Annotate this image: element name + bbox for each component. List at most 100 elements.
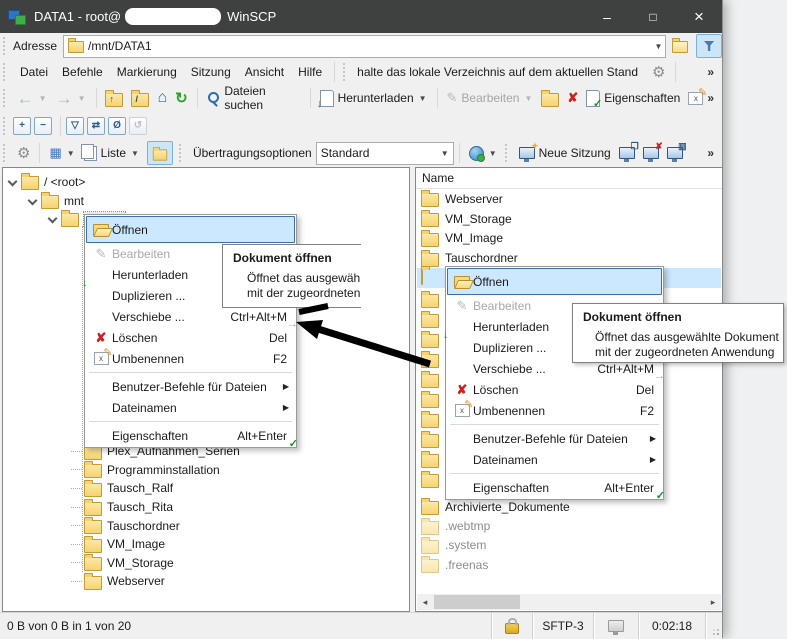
save-session-button[interactable]: ▥ bbox=[663, 141, 687, 165]
root-directory-button[interactable]: / bbox=[127, 86, 153, 110]
toolbar-grip[interactable] bbox=[3, 117, 9, 135]
synchronize-browsing-button[interactable]: ▼ bbox=[465, 141, 502, 165]
file-row[interactable] bbox=[421, 469, 439, 489]
file-row[interactable] bbox=[421, 409, 439, 429]
context-menu-item[interactable]: Öffnen bbox=[447, 268, 662, 295]
toolbar-overflow-chevron[interactable]: » bbox=[707, 146, 714, 160]
file-row[interactable] bbox=[421, 429, 439, 449]
tree-item[interactable]: Tausch_Rita bbox=[71, 498, 240, 517]
tree-item[interactable]: Webserver bbox=[71, 572, 240, 591]
session-duration[interactable]: 0:02:18 bbox=[638, 613, 705, 639]
gear-icon[interactable]: ⚙ bbox=[652, 63, 665, 81]
properties-button[interactable]: Eigenschaften bbox=[582, 86, 684, 110]
toolbar-grip[interactable] bbox=[3, 37, 9, 55]
toolbar-grip[interactable] bbox=[505, 144, 511, 162]
selected-file-row[interactable] bbox=[421, 270, 423, 284]
home-directory-button[interactable]: ⌂ bbox=[153, 86, 171, 110]
rename-button[interactable] bbox=[684, 86, 707, 110]
duplicate-session-button[interactable]: ❐ bbox=[615, 141, 639, 165]
context-menu-item[interactable]: Eigenschaften Alt+Enter bbox=[86, 425, 295, 446]
chevron-expanded-icon[interactable] bbox=[7, 177, 17, 187]
session-status[interactable] bbox=[593, 613, 638, 639]
toolbar-grip[interactable] bbox=[179, 144, 185, 162]
chevron-expanded-icon[interactable] bbox=[47, 214, 57, 224]
context-menu-item[interactable]: Dateinamen ▶ bbox=[447, 449, 662, 470]
file-row[interactable]: .webtmp bbox=[417, 516, 721, 535]
tree-item-root[interactable]: / <root> bbox=[7, 172, 85, 191]
refresh-button[interactable]: ↻ bbox=[171, 86, 192, 110]
maximize-button[interactable]: □ bbox=[630, 0, 676, 33]
toolbar-grip[interactable] bbox=[3, 63, 9, 81]
clear-selection-button[interactable]: Ø bbox=[108, 117, 126, 135]
scroll-left-icon[interactable]: ◂ bbox=[417, 594, 433, 610]
column-header-name[interactable]: Name bbox=[416, 168, 722, 189]
toolbar-grip[interactable] bbox=[3, 89, 9, 107]
restore-selection-button[interactable]: ↺ bbox=[129, 117, 147, 135]
select-remove-button[interactable]: − bbox=[34, 117, 52, 135]
find-files-button[interactable]: Dateien suchen bbox=[203, 86, 305, 110]
tree-item[interactable]: VM_Image bbox=[71, 535, 240, 554]
tree-item[interactable]: Tausch_Ralf bbox=[71, 479, 240, 498]
parent-directory-button[interactable]: ↑ bbox=[101, 86, 127, 110]
invert-selection-button[interactable]: ⇄ bbox=[87, 117, 105, 135]
keep-uptodate-command[interactable]: halte das lokale Verzeichnis auf dem akt… bbox=[357, 65, 638, 79]
panel-layout-button[interactable]: ▦▼ bbox=[45, 141, 79, 165]
tree-item[interactable]: Programminstallation bbox=[71, 461, 240, 480]
open-directory-button[interactable] bbox=[669, 35, 693, 57]
edit-button[interactable]: Bearbeiten ▼ bbox=[442, 86, 537, 110]
preferences-button[interactable]: ⚙ bbox=[13, 141, 34, 165]
context-menu-item[interactable] bbox=[447, 421, 662, 428]
menu-bar-item[interactable]: Befehle bbox=[55, 61, 110, 82]
horizontal-scrollbar[interactable]: ◂ ▸ bbox=[417, 594, 721, 610]
context-menu-item[interactable] bbox=[447, 470, 662, 477]
new-directory-button[interactable] bbox=[537, 86, 563, 110]
menu-bar-item[interactable]: Sitzung bbox=[184, 61, 238, 82]
chevron-down-icon[interactable]: ▼ bbox=[654, 42, 662, 51]
encryption-status[interactable] bbox=[491, 613, 532, 639]
file-row[interactable]: .freenas bbox=[417, 555, 721, 574]
file-row[interactable]: VM_Storage bbox=[417, 209, 721, 229]
chevron-down-icon[interactable]: ▼ bbox=[67, 149, 75, 158]
tree-item[interactable]: VM_Storage bbox=[71, 554, 240, 573]
file-row[interactable]: .system bbox=[417, 536, 721, 555]
file-row[interactable] bbox=[421, 449, 439, 469]
chevron-down-icon[interactable]: ▼ bbox=[441, 149, 449, 158]
context-menu-item[interactable]: Löschen Del bbox=[447, 379, 662, 400]
file-row[interactable]: VM_Image bbox=[417, 229, 721, 249]
context-menu-item[interactable] bbox=[86, 418, 295, 425]
tree-view-toggle[interactable] bbox=[147, 141, 173, 165]
context-menu-item[interactable]: Verschiebe ... Ctrl+Alt+M bbox=[86, 306, 295, 327]
context-menu-item[interactable]: Umbenennen F2 bbox=[447, 400, 662, 421]
tree-item-mnt[interactable]: mnt bbox=[27, 191, 84, 210]
file-row[interactable]: Webserver bbox=[417, 189, 721, 209]
context-menu-item[interactable]: Dateinamen ▶ bbox=[86, 397, 295, 418]
forward-button[interactable]: →▼ bbox=[52, 86, 91, 110]
toolbar-grip[interactable] bbox=[343, 63, 349, 81]
protocol-status[interactable]: SFTP-3 bbox=[532, 613, 593, 639]
context-menu-item[interactable]: Löschen Del bbox=[86, 327, 295, 348]
back-button[interactable]: ←▼ bbox=[13, 86, 52, 110]
context-menu-item[interactable]: Umbenennen F2 bbox=[86, 348, 295, 369]
delete-button[interactable] bbox=[563, 86, 582, 110]
context-menu-item[interactable] bbox=[86, 369, 295, 376]
filter-button[interactable] bbox=[696, 34, 722, 58]
close-button[interactable]: × bbox=[676, 0, 722, 33]
toolbar-overflow-chevron[interactable]: » bbox=[707, 91, 714, 105]
menu-bar-item[interactable]: Datei bbox=[13, 61, 55, 82]
context-menu-item[interactable]: Öffnen bbox=[86, 216, 295, 243]
chevron-down-icon[interactable]: ▼ bbox=[489, 149, 497, 158]
menu-bar-item[interactable]: Ansicht bbox=[238, 61, 291, 82]
scroll-right-icon[interactable]: ▸ bbox=[705, 594, 721, 610]
toolbar-grip[interactable] bbox=[3, 144, 9, 162]
chevron-down-icon[interactable]: ▼ bbox=[131, 149, 139, 158]
file-row[interactable] bbox=[421, 389, 439, 409]
resize-grip[interactable] bbox=[705, 613, 722, 639]
chevron-expanded-icon[interactable] bbox=[27, 196, 37, 206]
context-menu-item[interactable]: Benutzer-Befehle für Dateien ▶ bbox=[447, 428, 662, 449]
minimize-button[interactable]: – bbox=[584, 0, 630, 33]
context-menu-item[interactable]: Eigenschaften Alt+Enter bbox=[447, 477, 662, 498]
download-button[interactable]: Herunterladen ▼ bbox=[316, 86, 432, 110]
menu-bar-item[interactable]: Markierung bbox=[110, 61, 184, 82]
select-add-button[interactable]: + bbox=[13, 117, 31, 135]
select-filter-button[interactable]: ▽ bbox=[66, 117, 84, 135]
